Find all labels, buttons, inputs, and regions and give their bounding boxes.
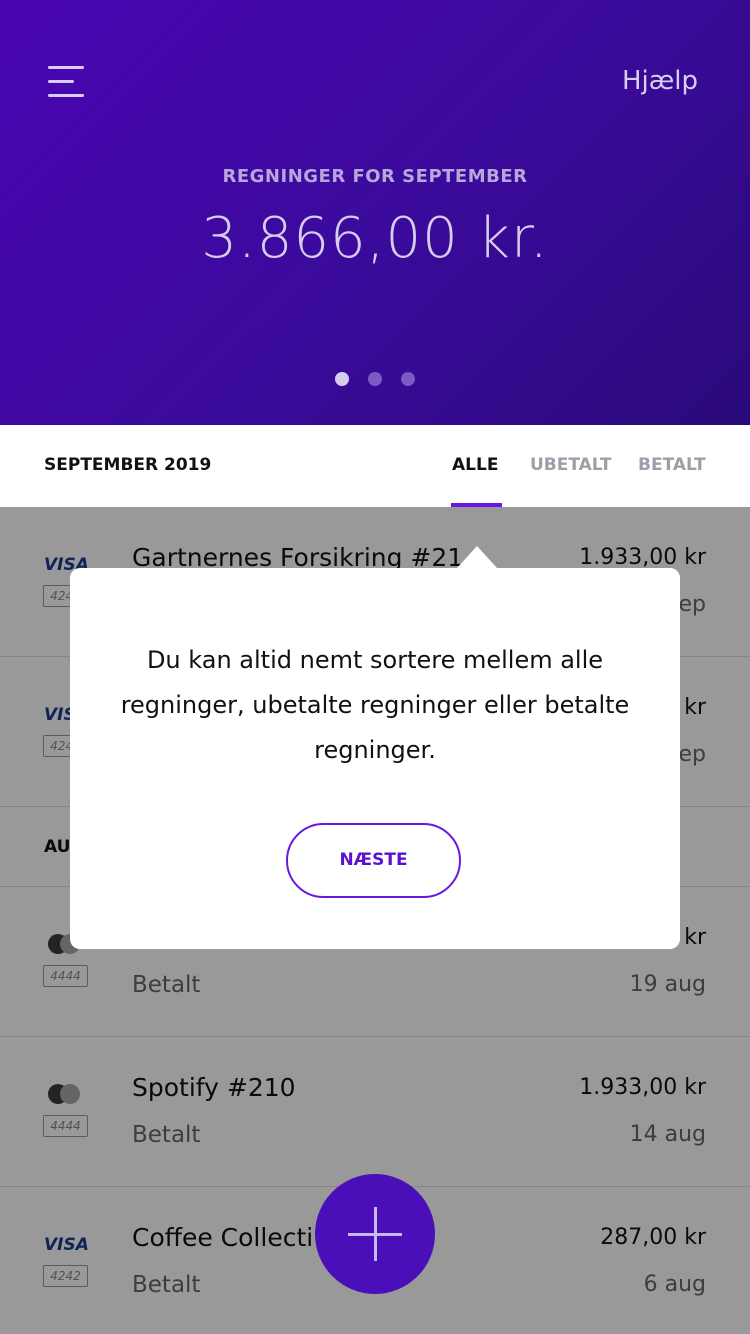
pager-dots: [0, 371, 750, 390]
total-amount: 3.866,00 kr.: [201, 206, 549, 271]
next-button[interactable]: NÆSTE: [286, 823, 461, 898]
pager-dot-1[interactable]: [334, 372, 349, 386]
tooltip-arrow: [457, 546, 497, 568]
tab-betalt[interactable]: BETALT: [638, 455, 706, 475]
tab-alle[interactable]: ALLE: [452, 455, 498, 475]
menu-icon[interactable]: [48, 66, 84, 98]
header: Hjælp REGNINGER FOR SEPTEMBER 3.866,00 k…: [0, 0, 750, 425]
period-label: REGNINGER FOR SEPTEMBER: [222, 166, 528, 187]
tooltip-message: Du kan altid nemt sortere mellem alle re…: [120, 646, 630, 764]
pager-dot-3[interactable]: [401, 372, 416, 386]
onboarding-tooltip: Du kan altid nemt sortere mellem alle re…: [70, 546, 680, 949]
pager-dot-2[interactable]: [368, 372, 382, 386]
month-label: SEPTEMBER 2019: [44, 455, 212, 475]
help-link[interactable]: Hjælp: [622, 66, 698, 96]
filter-tab-bar: SEPTEMBER 2019 ALLE UBETALT BETALT: [0, 425, 750, 507]
tab-ubetalt[interactable]: UBETALT: [530, 455, 611, 475]
plus-icon[interactable]: [315, 1174, 435, 1294]
